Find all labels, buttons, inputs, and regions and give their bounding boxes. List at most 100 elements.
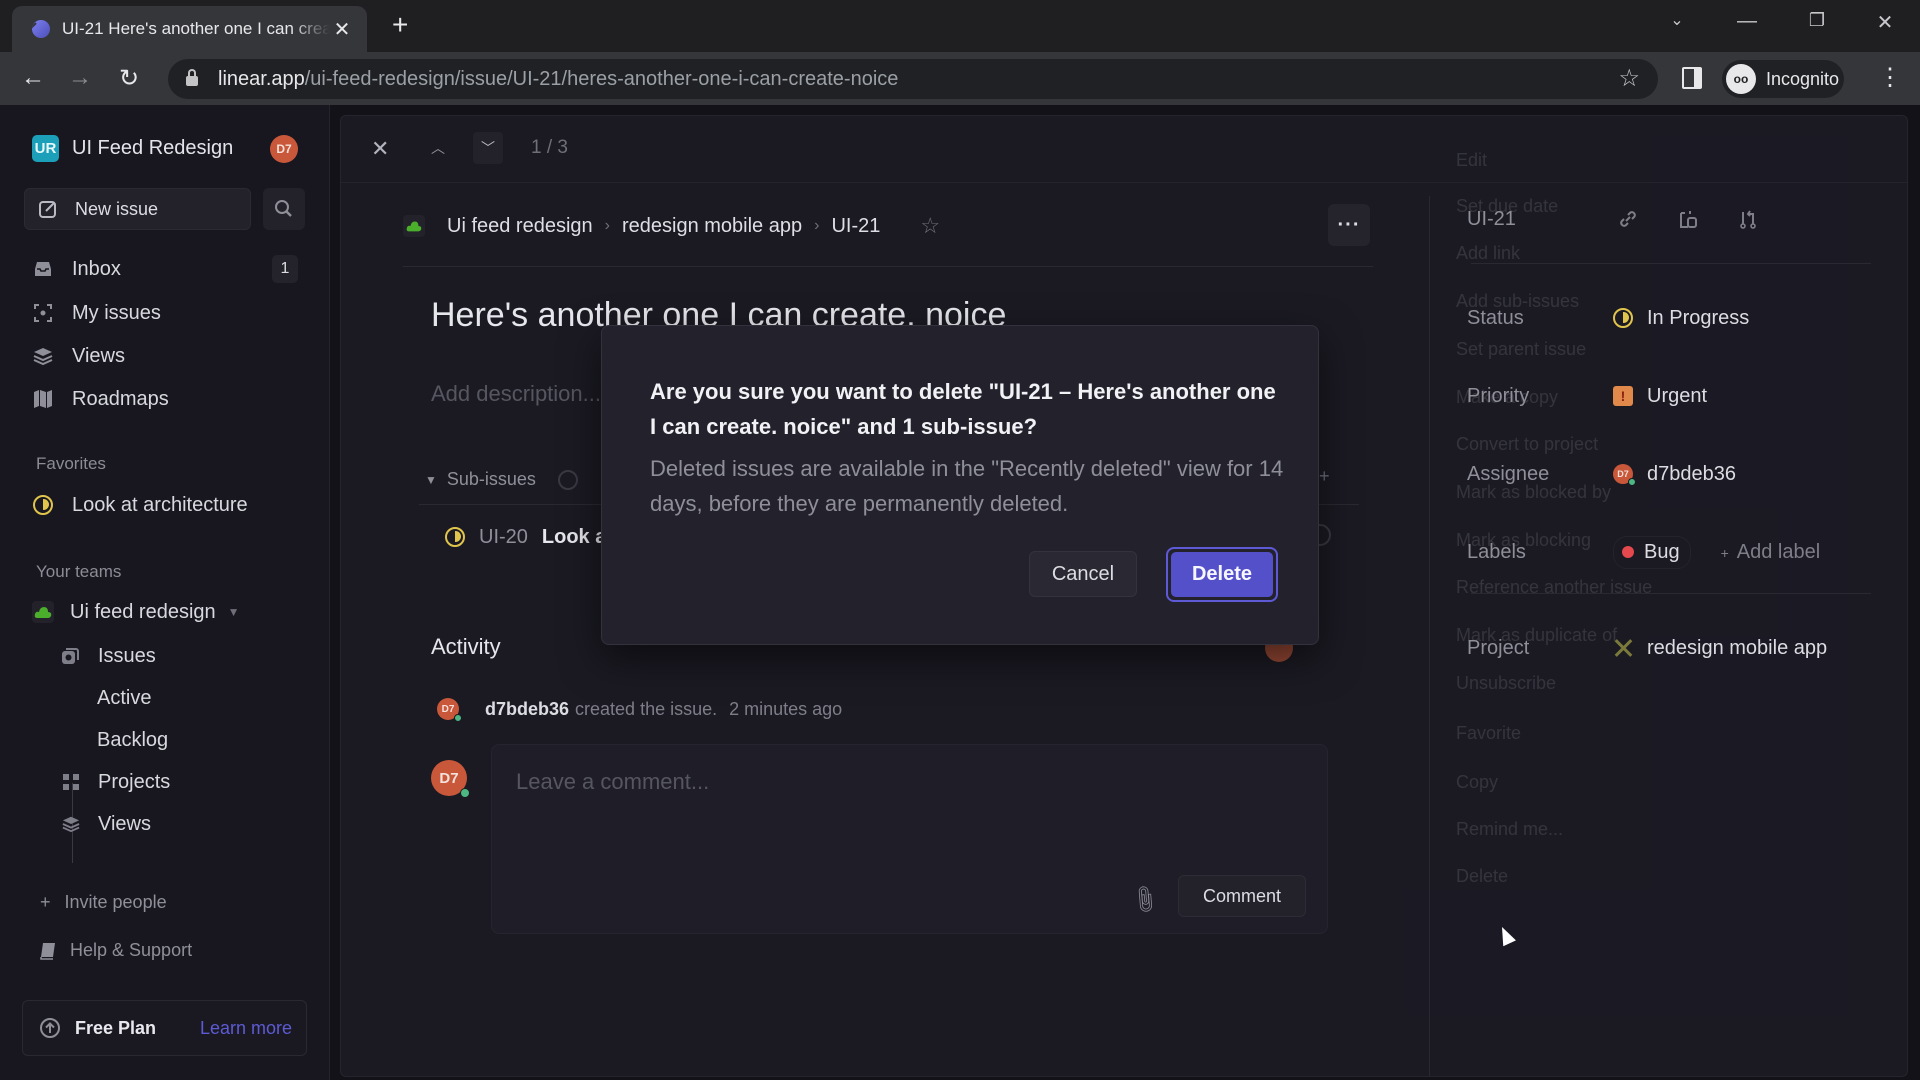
- plan-label: Free Plan: [75, 1017, 157, 1038]
- favorite-item[interactable]: Look at architecture: [32, 488, 302, 522]
- restore-icon[interactable]: ❐: [1802, 10, 1832, 31]
- copy-link-icon[interactable]: [1617, 208, 1639, 236]
- issue-nav-bar: ✕ ︿ ﹀ 1 / 3: [341, 116, 1907, 183]
- ghost-menu-item: Remind me...: [1456, 819, 1564, 839]
- bookmark-star-icon[interactable]: ☆: [1618, 64, 1640, 93]
- project-icon: [1613, 638, 1633, 658]
- new-issue-button[interactable]: New issue: [24, 188, 251, 230]
- team-item-backlog[interactable]: Backlog: [97, 724, 168, 756]
- breadcrumb-project[interactable]: redesign mobile app: [622, 215, 802, 238]
- delete-button[interactable]: Delete: [1166, 547, 1278, 602]
- property-status[interactable]: Status In Progress: [1467, 302, 1887, 334]
- workspace-name[interactable]: UI Feed Redesign: [72, 135, 233, 162]
- sidebar-item-my-issues[interactable]: My issues: [32, 296, 302, 330]
- learn-more-link[interactable]: Learn more: [200, 1018, 292, 1039]
- property-key: Project: [1467, 636, 1530, 659]
- team-ui-feed-redesign[interactable]: Ui feed redesign ▼: [32, 595, 302, 629]
- plus-icon: +: [40, 892, 51, 912]
- property-project[interactable]: Project redesign mobile app: [1467, 632, 1887, 664]
- previous-issue-button[interactable]: ︿: [423, 132, 453, 164]
- projects-icon: [63, 774, 79, 790]
- favorite-star-icon[interactable]: ☆: [920, 213, 940, 239]
- git-branch-icon[interactable]: [1737, 208, 1759, 236]
- new-tab-plus-icon[interactable]: +: [392, 11, 408, 39]
- incognito-label: Incognito: [1766, 68, 1840, 89]
- incognito-profile-button[interactable]: oo Incognito: [1722, 60, 1844, 98]
- invite-people-link[interactable]: + Invite people: [40, 892, 167, 913]
- sidebar-item-inbox[interactable]: Inbox 1: [32, 252, 302, 286]
- search-button[interactable]: [263, 188, 305, 230]
- ghost-menu-item: Convert to project: [1456, 434, 1599, 454]
- sidebar-item-roadmaps[interactable]: Roadmaps: [32, 382, 302, 416]
- assignee-value: d7bdeb36: [1647, 462, 1736, 485]
- forward-arrow-icon[interactable]: →: [63, 61, 97, 95]
- property-priority[interactable]: Priority ! Urgent: [1467, 380, 1887, 412]
- ghost-menu-item: Favorite: [1456, 723, 1522, 743]
- in-progress-icon: [1613, 308, 1633, 328]
- assignee-avatar: D7: [1613, 464, 1636, 486]
- team-item-issues[interactable]: Issues: [60, 640, 156, 672]
- team-item-label: Projects: [98, 770, 171, 793]
- activity-user[interactable]: d7bdeb36: [485, 699, 569, 720]
- back-arrow-icon[interactable]: ←: [16, 61, 50, 95]
- side-panel-icon[interactable]: [1682, 67, 1702, 89]
- comment-button[interactable]: Comment: [1178, 875, 1306, 917]
- url-host: linear.app: [218, 67, 305, 90]
- more-actions-button[interactable]: ···: [1328, 204, 1370, 246]
- add-subissue-plus-icon[interactable]: +: [1319, 466, 1330, 487]
- breadcrumb-separator: ›: [814, 217, 820, 234]
- window-close-icon[interactable]: ✕: [1870, 10, 1900, 35]
- browser-tab[interactable]: UI-21 Here's another one I can create. n…: [12, 6, 367, 52]
- my-issues-icon: [32, 302, 54, 324]
- address-bar[interactable]: linear.app/ui-feed-redesign/issue/UI-21/…: [168, 59, 1658, 99]
- breadcrumb-separator: ›: [604, 217, 610, 234]
- browser-menu-icon[interactable]: ⋮: [1878, 64, 1902, 92]
- online-indicator: [460, 788, 470, 798]
- cancel-button[interactable]: Cancel: [1029, 551, 1137, 597]
- team-item-active[interactable]: Active: [97, 682, 151, 714]
- comment-input[interactable]: [516, 767, 1296, 797]
- issue-counter: 1 / 3: [531, 137, 568, 158]
- help-book-icon: [40, 942, 55, 960]
- breadcrumb-team[interactable]: Ui feed redesign: [447, 215, 593, 238]
- ghost-menu-item: Set parent issue: [1456, 339, 1587, 359]
- views-icon: [62, 816, 80, 833]
- minimize-icon[interactable]: —: [1732, 10, 1762, 33]
- tab-close-icon[interactable]: ✕: [331, 17, 353, 42]
- sidebar-item-views[interactable]: Views: [32, 339, 302, 373]
- subissues-header[interactable]: ▼ Sub-issues: [425, 469, 578, 490]
- favorites-heading: Favorites: [36, 454, 106, 473]
- copy-id-icon[interactable]: [1677, 208, 1699, 236]
- dialog-body: Deleted issues are available in the "Rec…: [650, 456, 1284, 516]
- user-avatar[interactable]: D7: [270, 135, 298, 163]
- dialog-title: Are you sure you want to delete "UI-21 –…: [650, 379, 1276, 439]
- sidebar-item-label: Roadmaps: [72, 387, 169, 410]
- breadcrumb-issue-id[interactable]: UI-21: [831, 215, 880, 238]
- close-issue-icon[interactable]: ✕: [371, 136, 389, 162]
- team-cloud-icon: [32, 601, 54, 623]
- subissues-progress-icon: [557, 469, 578, 490]
- tab-search-chevron-icon[interactable]: ⌄: [1662, 10, 1692, 30]
- linear-favicon-icon: [32, 20, 50, 38]
- description-placeholder[interactable]: Add description...: [431, 381, 601, 407]
- team-item-projects[interactable]: Projects: [62, 766, 170, 798]
- team-item-label: Backlog: [97, 728, 169, 751]
- team-collapse-caret-icon[interactable]: ▼: [228, 605, 240, 619]
- property-assignee[interactable]: Assignee D7 d7bdeb36: [1467, 458, 1887, 490]
- url-path: /ui-feed-redesign/issue/UI-21/heres-anot…: [304, 67, 899, 90]
- activity-time: 2 minutes ago: [729, 698, 843, 719]
- add-label-button[interactable]: + Add label: [1721, 541, 1821, 564]
- next-issue-button[interactable]: ﹀: [473, 132, 503, 164]
- label-chip-bug[interactable]: Bug: [1613, 535, 1691, 569]
- reload-icon[interactable]: ↻: [112, 61, 146, 95]
- workspace-logo[interactable]: UR: [32, 135, 59, 162]
- tab-title: UI-21 Here's another one I can create. n…: [62, 19, 330, 38]
- label-color-dot: [1622, 546, 1634, 558]
- team-item-views[interactable]: Views: [62, 808, 151, 840]
- paperclip-icon[interactable]: 📎︎: [1127, 882, 1163, 917]
- online-indicator: [454, 714, 462, 722]
- help-support-link[interactable]: Help & Support: [40, 940, 192, 961]
- sidebar-item-label: Views: [72, 344, 125, 367]
- divider: [1471, 593, 1871, 594]
- team-item-label: Issues: [98, 644, 156, 667]
